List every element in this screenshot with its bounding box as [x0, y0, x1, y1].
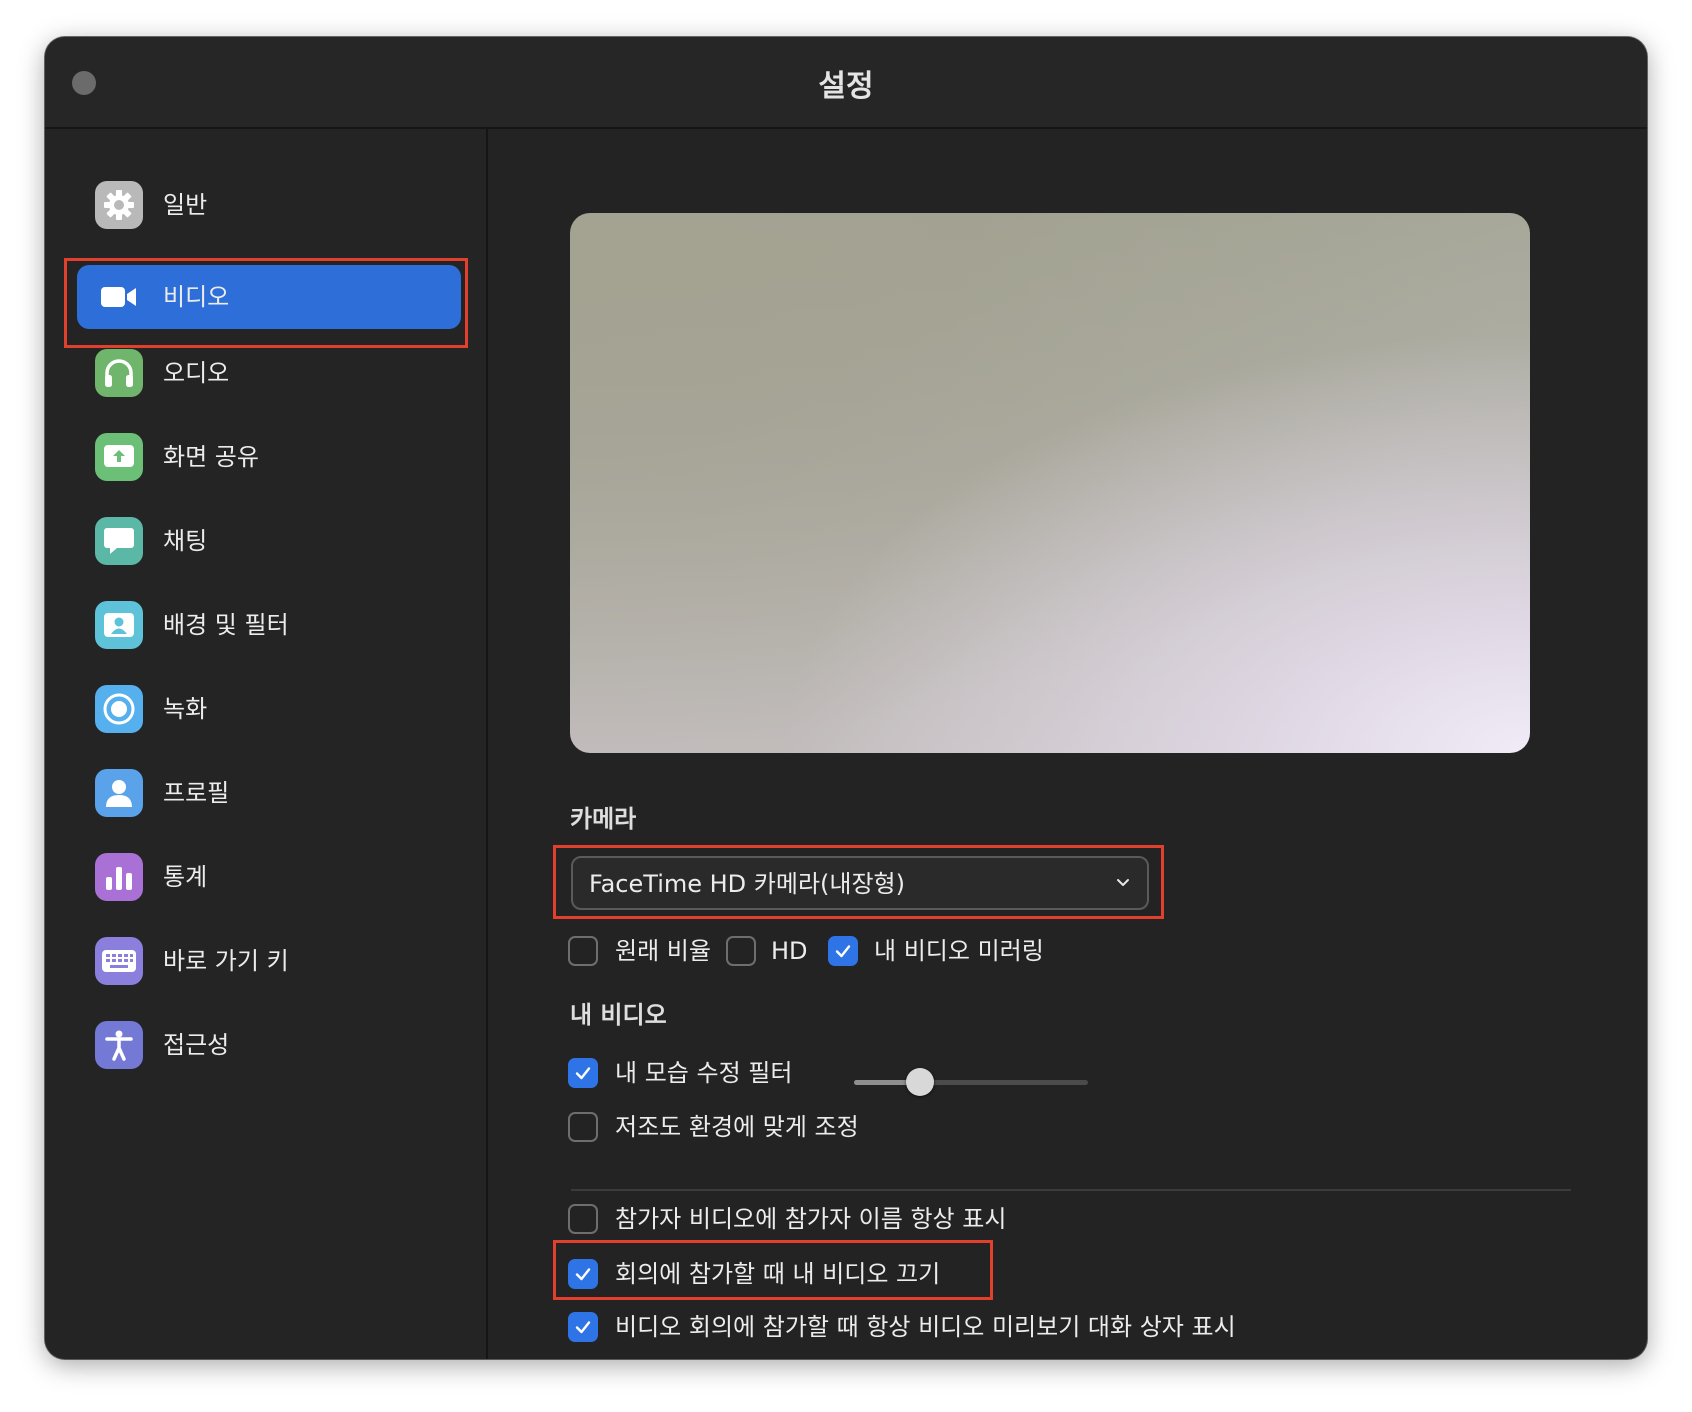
my-video-section-heading: 내 비디오 — [570, 1001, 667, 1029]
sidebar-item-background-filters[interactable]: 배경 및 필터 — [77, 593, 461, 657]
sidebar-item-screen-share[interactable]: 화면 공유 — [77, 425, 461, 489]
sidebar-item-video[interactable]: 비디오 — [77, 265, 461, 329]
headphones-icon — [95, 349, 143, 397]
sidebar-item-label: 녹화 — [163, 695, 208, 723]
profile-icon — [95, 769, 143, 817]
sidebar-item-label: 채팅 — [163, 527, 208, 555]
sidebar-item-label: 비디오 — [163, 283, 230, 311]
always-show-names-label: 참가자 비디오에 참가자 이름 항상 표시 — [615, 1205, 1007, 1233]
gear-icon — [95, 181, 143, 229]
share-screen-icon — [95, 433, 143, 481]
chevron-down-icon — [1117, 879, 1129, 886]
record-icon — [95, 685, 143, 733]
checkmark-icon — [575, 1268, 591, 1281]
touch-up-checkbox[interactable] — [568, 1058, 598, 1088]
sidebar-item-accessibility[interactable]: 접근성 — [77, 1013, 461, 1077]
video-settings-panel: 카메라 FaceTime HD 카메라(내장형) 원래 비율 HD 내 비디오 … — [488, 129, 1647, 1359]
sidebar-item-label: 배경 및 필터 — [163, 611, 289, 639]
original-ratio-label: 원래 비율 — [615, 937, 711, 965]
sidebar-item-label: 일반 — [163, 191, 208, 219]
statistics-icon — [95, 853, 143, 901]
camera-select[interactable]: FaceTime HD 카메라(내장형) — [571, 856, 1149, 910]
sidebar-item-label: 오디오 — [163, 359, 230, 387]
video-camera-icon — [95, 273, 143, 321]
low-light-label: 저조도 환경에 맞게 조정 — [615, 1113, 859, 1141]
sidebar-item-keyboard-shortcuts[interactable]: 바로 가기 키 — [77, 929, 461, 993]
original-ratio-checkbox[interactable] — [568, 936, 598, 966]
sidebar-item-label: 바로 가기 키 — [163, 947, 289, 975]
settings-sidebar: 일반 비디오 오디오 화면 공유 채팅 배경 및 필터 녹화 프로필 통계 바로… — [45, 129, 488, 1359]
mirror-video-checkbox[interactable] — [828, 936, 858, 966]
low-light-checkbox[interactable] — [568, 1112, 598, 1142]
title-bar: 설정 — [45, 37, 1647, 129]
video-preview-dialog-checkbox[interactable] — [568, 1312, 598, 1342]
sidebar-item-audio[interactable]: 오디오 — [77, 341, 461, 405]
turn-off-video-on-join-checkbox[interactable] — [568, 1259, 598, 1289]
window-title: 설정 — [818, 69, 874, 104]
touch-up-slider-track[interactable] — [854, 1080, 1088, 1085]
camera-section-heading: 카메라 — [570, 805, 637, 833]
sidebar-item-label: 프로필 — [163, 779, 230, 807]
chat-bubble-icon — [95, 517, 143, 565]
sidebar-item-recording[interactable]: 녹화 — [77, 677, 461, 741]
sidebar-item-label: 통계 — [163, 863, 208, 891]
sidebar-item-chat[interactable]: 채팅 — [77, 509, 461, 573]
checkmark-icon — [835, 945, 851, 958]
always-show-names-checkbox[interactable] — [568, 1204, 598, 1234]
keyboard-icon — [95, 937, 143, 985]
sidebar-item-general[interactable]: 일반 — [77, 173, 461, 237]
camera-select-value: FaceTime HD 카메라(내장형) — [589, 870, 905, 898]
background-person-icon — [95, 601, 143, 649]
camera-preview — [570, 213, 1530, 753]
hd-checkbox[interactable] — [726, 936, 756, 966]
sidebar-item-profile[interactable]: 프로필 — [77, 761, 461, 825]
accessibility-icon — [95, 1021, 143, 1069]
sidebar-item-label: 화면 공유 — [163, 443, 259, 471]
turn-off-video-on-join-label: 회의에 참가할 때 내 비디오 끄기 — [615, 1260, 941, 1288]
settings-window: 설정 일반 비디오 오디오 화면 공유 채팅 배경 및 필터 녹화 프로필 통계… — [45, 37, 1647, 1359]
sidebar-item-label: 접근성 — [163, 1031, 230, 1059]
touch-up-slider-thumb[interactable] — [905, 1068, 934, 1096]
mirror-video-label: 내 비디오 미러링 — [874, 937, 1044, 965]
touch-up-label: 내 모습 수정 필터 — [615, 1059, 793, 1087]
sidebar-item-statistics[interactable]: 통계 — [77, 845, 461, 909]
video-preview-dialog-label: 비디오 회의에 참가할 때 항상 비디오 미리보기 대화 상자 표시 — [615, 1313, 1236, 1341]
checkmark-icon — [575, 1321, 591, 1334]
checkmark-icon — [575, 1067, 591, 1080]
section-divider — [571, 1189, 1571, 1191]
hd-label: HD — [771, 937, 808, 965]
